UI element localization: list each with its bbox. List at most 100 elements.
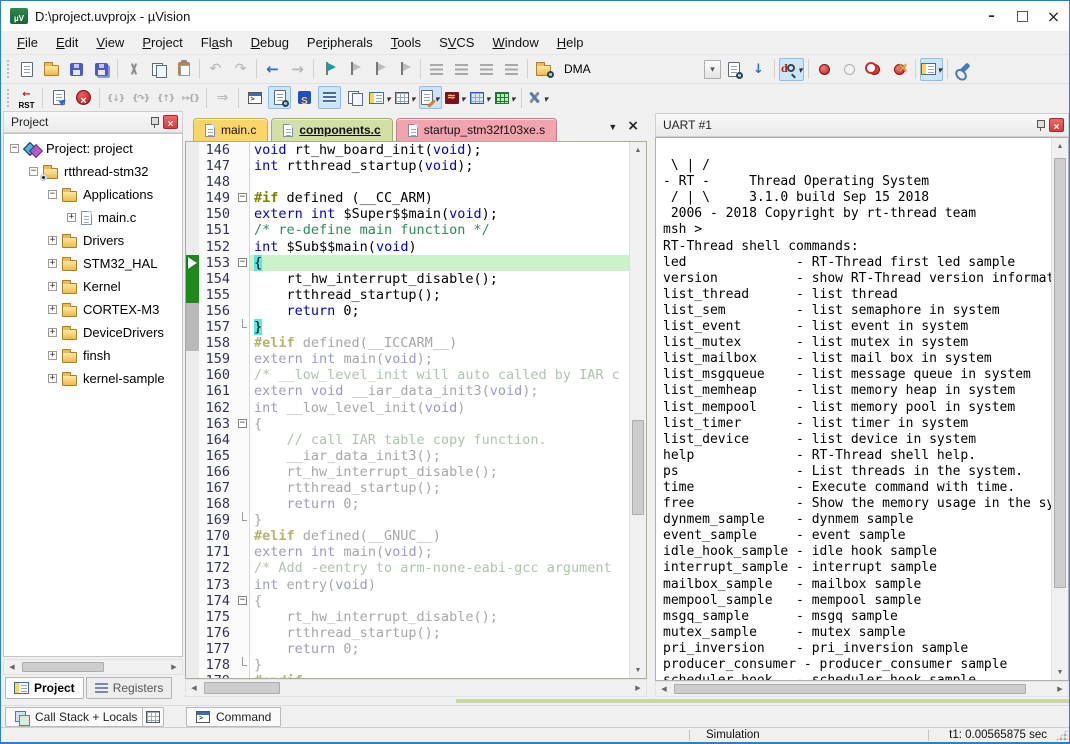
scroll-down-arrow[interactable] xyxy=(1052,664,1068,680)
collapse-icon[interactable]: − xyxy=(29,167,38,176)
search-combo[interactable]: DMA xyxy=(556,58,704,80)
memory-window-button[interactable] xyxy=(142,707,164,727)
analysis-windows-button[interactable] xyxy=(343,86,366,109)
code-line-162[interactable]: 162int __low_level_init(void) xyxy=(186,400,629,416)
scroll-up-arrow[interactable] xyxy=(1052,138,1068,154)
editor-tab-main-c[interactable]: main.c xyxy=(193,118,268,141)
scroll-down-arrow[interactable] xyxy=(630,662,646,678)
code-line-161[interactable]: 161extern void __iar_data_init3(void); xyxy=(186,383,629,399)
scroll-left-arrow[interactable] xyxy=(186,680,202,696)
reset-button[interactable]: RST xyxy=(15,86,38,109)
watch-windows-button[interactable] xyxy=(419,86,442,109)
code-line-169[interactable]: 169} xyxy=(186,512,629,528)
scroll-right-arrow[interactable] xyxy=(1052,682,1068,696)
trace-windows-button[interactable] xyxy=(444,86,467,109)
code-line-151[interactable]: 151/* re-define main function */ xyxy=(186,222,629,238)
navigate-forward-button[interactable] xyxy=(286,58,309,81)
navigate-back-button[interactable] xyxy=(261,58,284,81)
tree-item-kernel[interactable]: +Kernel xyxy=(4,275,182,298)
save-all-button[interactable] xyxy=(90,58,113,81)
code-line-155[interactable]: 155 rtthread_startup(); xyxy=(186,287,629,303)
pin-icon[interactable] xyxy=(1035,119,1045,132)
scrollbar-thumb[interactable] xyxy=(1054,158,1066,588)
code-line-159[interactable]: 159extern int main(void); xyxy=(186,351,629,367)
collapse-icon[interactable]: − xyxy=(10,144,19,153)
menu-tools[interactable]: Tools xyxy=(382,32,430,53)
tree-item-stm32-hal[interactable]: +STM32_HAL xyxy=(4,252,182,275)
tree-item-devicedrivers[interactable]: +DeviceDrivers xyxy=(4,321,182,344)
code-line-149[interactable]: 149−#if defined (__CC_ARM) xyxy=(186,190,629,206)
menu-help[interactable]: Help xyxy=(548,32,593,53)
search-combo-dropdown[interactable] xyxy=(704,60,721,79)
menu-svcs[interactable]: SVCS xyxy=(430,32,483,53)
code-line-172[interactable]: 172/* Add -eentry to arm-none-eabi-gcc a… xyxy=(186,560,629,576)
fold-collapse-icon[interactable]: − xyxy=(238,258,247,267)
tree-item-project-project[interactable]: −Project: project xyxy=(4,137,182,160)
scrollbar-thumb[interactable] xyxy=(632,420,644,515)
expand-icon[interactable]: + xyxy=(48,351,57,360)
scrollbar-thumb[interactable] xyxy=(674,684,1026,694)
memory-windows-button[interactable] xyxy=(394,86,417,109)
tree-item-kernel-sample[interactable]: +kernel-sample xyxy=(4,367,182,390)
code-line-152[interactable]: 152int $Sub$$main(void) xyxy=(186,239,629,255)
uncomment-button[interactable] xyxy=(500,58,523,81)
find-button[interactable] xyxy=(722,58,745,81)
code-editor[interactable]: 146void rt_hw_board_init(void);147int rt… xyxy=(185,141,647,679)
code-line-174[interactable]: 174−{ xyxy=(186,593,629,609)
code-line-168[interactable]: 168 return 0; xyxy=(186,496,629,512)
scrollbar-thumb[interactable] xyxy=(204,682,280,694)
editor-tab-list-button[interactable] xyxy=(608,117,617,135)
editor-tab-components-c[interactable]: components.c xyxy=(271,118,392,141)
menu-file[interactable]: File xyxy=(8,32,47,53)
code-line-179[interactable]: 179#endif xyxy=(186,673,629,678)
toolbar-grip[interactable] xyxy=(6,59,11,79)
expand-icon[interactable]: + xyxy=(48,236,57,245)
menu-edit[interactable]: Edit xyxy=(47,32,87,53)
code-line-177[interactable]: 177 return 0; xyxy=(186,641,629,657)
tree-item-main-c[interactable]: +main.c xyxy=(4,206,182,229)
expand-icon[interactable]: + xyxy=(67,213,76,222)
tree-item-cortex-m3[interactable]: +CORTEX-M3 xyxy=(4,298,182,321)
tree-item-rtthread-stm32[interactable]: −rtthread-stm32 xyxy=(4,160,182,183)
outdent-button[interactable] xyxy=(450,58,473,81)
bookmark-toggle-button[interactable] xyxy=(318,58,341,81)
scroll-left-arrow[interactable] xyxy=(656,682,672,696)
code-line-146[interactable]: 146void rt_hw_board_init(void); xyxy=(186,142,629,158)
editor-tab-startup-stm32f103xe-s[interactable]: startup_stm32f103xe.s xyxy=(396,118,557,141)
code-line-170[interactable]: 170#elif defined(__GNUC__) xyxy=(186,528,629,544)
expand-icon[interactable]: + xyxy=(48,374,57,383)
open-button[interactable] xyxy=(40,58,63,81)
code-line-154[interactable]: 154 rt_hw_interrupt_disable(); xyxy=(186,271,629,287)
bookmark-prev-button[interactable] xyxy=(343,58,366,81)
code-line-173[interactable]: 173int entry(void) xyxy=(186,577,629,593)
maximize-button[interactable] xyxy=(1007,1,1038,31)
toolbar-grip[interactable] xyxy=(6,88,11,108)
tab-call-stack-locals[interactable]: Call Stack + Locals xyxy=(5,707,147,727)
fold-collapse-icon[interactable]: − xyxy=(238,419,247,428)
serial-windows-button[interactable] xyxy=(318,86,341,109)
scroll-up-arrow[interactable] xyxy=(630,142,646,158)
minimize-button[interactable] xyxy=(976,1,1007,31)
code-line-153[interactable]: 153−{ xyxy=(186,255,629,271)
uart-panel-close-button[interactable] xyxy=(1049,118,1064,132)
code-line-156[interactable]: 156 return 0; xyxy=(186,303,629,319)
redo-button[interactable] xyxy=(229,58,252,81)
pin-icon[interactable] xyxy=(149,116,159,129)
paste-button[interactable] xyxy=(172,58,195,81)
code-line-147[interactable]: 147int rtthread_startup(void); xyxy=(186,158,629,174)
tree-item-applications[interactable]: −Applications xyxy=(4,183,182,206)
step-button[interactable] xyxy=(104,86,127,109)
save-button[interactable] xyxy=(65,58,88,81)
show-next-statement-button[interactable] xyxy=(211,86,234,109)
menu-debug[interactable]: Debug xyxy=(242,32,298,53)
tree-item-drivers[interactable]: +Drivers xyxy=(4,229,182,252)
scroll-right-arrow[interactable] xyxy=(166,660,182,674)
scrollbar-thumb[interactable] xyxy=(22,662,104,672)
expand-icon[interactable]: + xyxy=(48,259,57,268)
close-file-button[interactable] xyxy=(627,117,639,135)
tab-registers[interactable]: Registers xyxy=(86,677,173,699)
indent-button[interactable] xyxy=(425,58,448,81)
undo-button[interactable] xyxy=(204,58,227,81)
expand-icon[interactable]: + xyxy=(48,305,57,314)
debug-session-button[interactable] xyxy=(779,58,804,81)
